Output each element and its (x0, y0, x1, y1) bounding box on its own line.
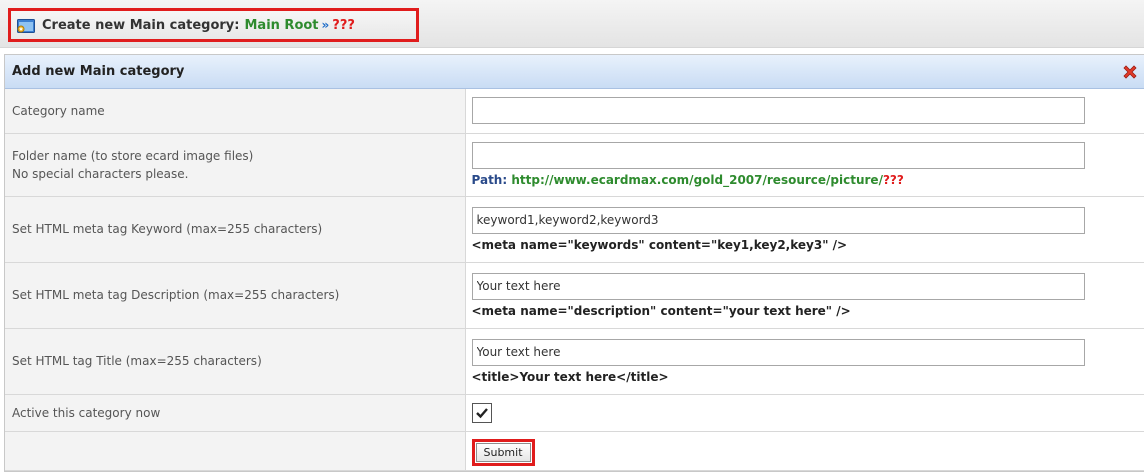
panel-header: Add new Main category (5, 55, 1144, 89)
close-icon[interactable] (1122, 64, 1138, 80)
form-row-meta-description: Set HTML meta tag Description (max=255 c… (5, 262, 1144, 329)
submit-highlight: Submit (471, 438, 535, 466)
breadcrumb-main-root[interactable]: Main Root (244, 18, 318, 33)
html-title-hint: <title>Your text here</title> (471, 369, 669, 384)
path-url: http://www.ecardmax.com/gold_2007/resour… (511, 173, 883, 187)
folder-icon (17, 17, 35, 33)
meta-keyword-label: Set HTML meta tag Keyword (max=255 chara… (5, 196, 466, 263)
category-name-label: Category name (5, 89, 466, 134)
folder-name-input[interactable] (471, 142, 1085, 169)
active-category-label: Active this category now (5, 394, 466, 432)
submit-row-label (5, 431, 466, 471)
form-row-html-title: Set HTML tag Title (max=255 characters) … (5, 328, 1144, 395)
form-row-active: Active this category now (5, 394, 1144, 432)
meta-description-hint: <meta name="description" content="your t… (471, 303, 851, 318)
meta-keyword-input[interactable] (471, 206, 1085, 234)
html-title-label: Set HTML tag Title (max=255 characters) (5, 328, 466, 395)
form-row-category-name: Category name (5, 89, 1144, 134)
breadcrumb-current: ??? (332, 17, 355, 33)
form-row-meta-keyword: Set HTML meta tag Keyword (max=255 chara… (5, 196, 1144, 263)
form-row-folder-name: Folder name (to store ecard image files)… (5, 133, 1144, 197)
meta-description-input[interactable] (471, 272, 1085, 300)
folder-name-label: Folder name (to store ecard image files) (12, 148, 254, 163)
breadcrumb-separator-icon: » (321, 18, 330, 32)
html-title-input[interactable] (471, 338, 1085, 366)
panel-title: Add new Main category (12, 64, 185, 79)
folder-name-note: No special characters please. (12, 166, 189, 181)
page-header-bar: Create new Main category: Main Root » ??… (0, 0, 1144, 48)
add-category-panel: Add new Main category Category name Fold… (4, 54, 1144, 472)
page-title: Create new Main category: (42, 17, 240, 33)
page-header-highlight: Create new Main category: Main Root » ??… (8, 8, 419, 42)
active-category-checkbox[interactable] (471, 402, 492, 423)
meta-description-label: Set HTML meta tag Description (max=255 c… (5, 262, 466, 329)
folder-path-hint: Path: http://www.ecardmax.com/gold_2007/… (472, 173, 1144, 187)
category-form: Category name Folder name (to store ecar… (5, 89, 1144, 471)
form-row-submit: Submit (5, 431, 1144, 471)
meta-keyword-hint: <meta name="keywords" content="key1,key2… (471, 237, 848, 252)
path-label: Path: (471, 173, 508, 187)
path-unknown: ??? (882, 173, 904, 187)
category-name-input[interactable] (471, 97, 1085, 125)
submit-button[interactable]: Submit (475, 442, 531, 462)
checkmark-icon (475, 407, 488, 418)
